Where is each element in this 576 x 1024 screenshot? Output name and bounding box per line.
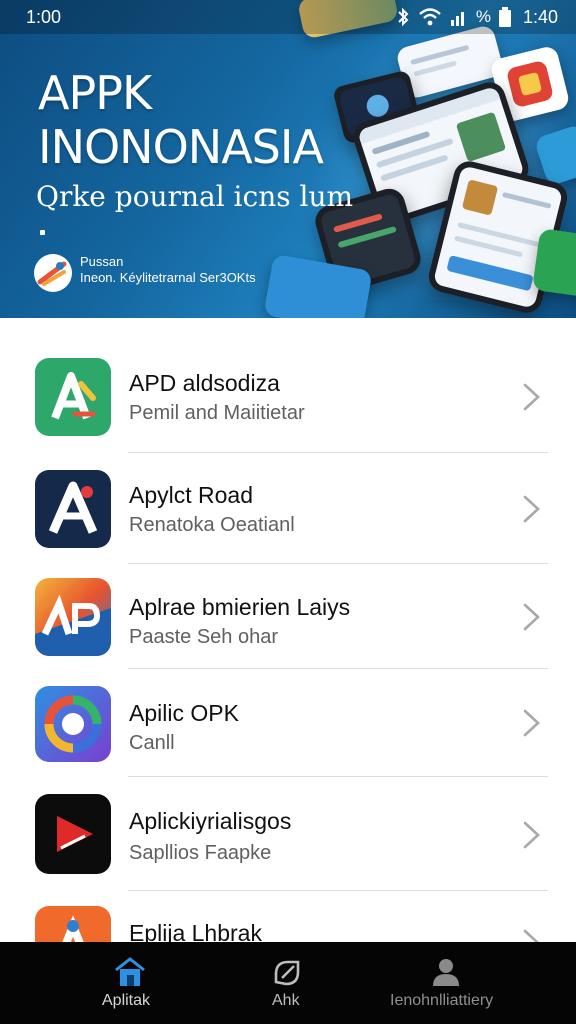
nav-label: Ienohnlliattiery — [390, 992, 494, 1009]
app-list-item[interactable]: Apilic OPK Canll — [0, 686, 576, 796]
hero-title: APPK INONONASIA — [38, 66, 324, 174]
home-icon — [115, 957, 145, 986]
chevron-right-icon[interactable] — [520, 494, 542, 524]
app-play-icon — [35, 794, 111, 874]
app-subtitle: Renatoka Oeatianl — [129, 514, 295, 536]
hero-subtitle: Qrke pournal icns lum — [36, 180, 354, 213]
signal-icon — [450, 12, 464, 26]
nav-item-profile[interactable]: Ienohnlliattiery — [386, 942, 506, 1024]
chevron-right-icon[interactable] — [520, 382, 542, 412]
app-list-item[interactable]: Aplickiyrialisgos Sapllios Faapke — [0, 794, 576, 904]
chevron-right-icon[interactable] — [520, 708, 542, 738]
battery-percent: % — [475, 7, 491, 26]
chevron-right-icon[interactable] — [520, 820, 542, 850]
list-divider — [128, 452, 548, 453]
app-orange-icon — [35, 906, 111, 942]
chevron-right-icon[interactable] — [520, 928, 542, 942]
app-swirl-icon — [35, 686, 111, 762]
app-title: APD aldsodiza — [129, 370, 280, 396]
app-subtitle: Sapllios Faapke — [129, 842, 272, 864]
hero-logo-icon — [34, 254, 72, 292]
app-subtitle: Canll — [129, 732, 175, 754]
hero-bullet — [40, 230, 45, 235]
wifi-icon — [419, 8, 441, 26]
profile-icon — [433, 959, 459, 986]
status-time-right: 1:40 — [522, 6, 558, 27]
nav-label: Aplitak — [102, 992, 151, 1009]
list-divider — [128, 890, 548, 891]
battery-icon — [498, 7, 511, 27]
nav-label: Ahk — [272, 992, 300, 1009]
app-title: Apylct Road — [129, 482, 254, 508]
bluetooth-icon — [398, 7, 409, 27]
hero-banner[interactable]: 1:00 % 1:40 APPK INONONASIA Qrke pournal… — [0, 0, 576, 318]
app-title: Aplickiyrialisgos — [129, 808, 292, 834]
hero-caption-line2: Ineon. Kéylitetrarnal Ser3OKts — [80, 270, 256, 285]
floating-card-green — [531, 228, 576, 298]
app-list-item[interactable]: Aplrae bmierien Laiys Paaste Seh ohar — [0, 578, 576, 688]
hero-title-line2: INONONASIA — [38, 120, 324, 174]
app-subtitle: Pemil and Maiitietar — [129, 402, 305, 424]
app-title: Eplija Lhbrak — [129, 920, 262, 942]
app-ap-icon — [35, 578, 111, 656]
list-divider — [128, 776, 548, 777]
hero-caption-line1: Pussan — [80, 254, 124, 269]
app-title: Apilic OPK — [129, 700, 239, 726]
chevron-right-icon[interactable] — [520, 602, 542, 632]
list-divider — [128, 668, 548, 669]
bottom-nav: Aplitak Ahk Ienohnlliattiery — [0, 942, 576, 1024]
app-green-a-icon — [35, 358, 111, 436]
status-time-left: 1:00 — [26, 7, 62, 27]
nav-item-apk[interactable]: Ahk — [238, 942, 338, 1024]
status-icons: % 1:40 — [396, 6, 558, 28]
status-bar: 1:00 % 1:40 — [0, 0, 576, 34]
app-title: Aplrae bmierien Laiys — [129, 594, 351, 620]
list-divider — [128, 563, 548, 564]
app-navy-a-icon — [35, 470, 111, 548]
nav-item-home[interactable]: Aplitak — [80, 942, 180, 1024]
app-list-item[interactable]: Eplija Lhbrak — [0, 906, 576, 942]
app-subtitle: Paaste Seh ohar — [129, 626, 278, 648]
hero-title-line1: APPK — [38, 66, 152, 120]
apk-icon — [274, 960, 300, 986]
